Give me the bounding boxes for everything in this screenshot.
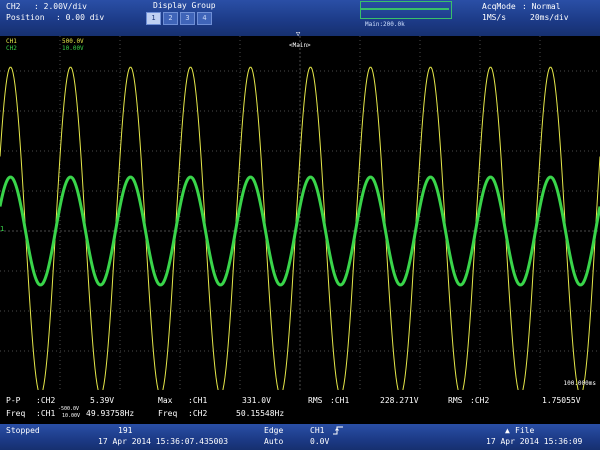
- trigger-mode[interactable]: Auto: [264, 437, 283, 446]
- oscilloscope-display: CH2 : 2.00V/div Position : 0.00 div Disp…: [0, 0, 600, 450]
- meas-label: Freq: [158, 409, 178, 418]
- acq-timestamp: 17 Apr 2014 15:36:07.435003: [98, 437, 229, 446]
- overlay-ch2-scale: 10.00V: [62, 413, 81, 419]
- meas-value: 1.75055V: [542, 396, 581, 405]
- meas-label: Max: [158, 396, 173, 405]
- bottom-status-bar: Stopped 191 17 Apr 2014 15:36:07.435003 …: [0, 424, 600, 450]
- trigger-level[interactable]: 0.0V: [310, 437, 329, 446]
- meas-value: 331.0V: [242, 396, 271, 405]
- horizontal-scale-readout: 100.000ms: [563, 380, 596, 387]
- trigger-type[interactable]: Edge: [264, 426, 283, 435]
- meas-label: P-P: [6, 396, 21, 405]
- display-group-title: Display Group: [153, 1, 216, 10]
- ch1-tag: CH1: [6, 38, 17, 45]
- timebase-value[interactable]: 20ms/div: [530, 13, 569, 22]
- trigger-source[interactable]: CH1: [310, 426, 324, 435]
- acq-mode-value[interactable]: : Normal: [522, 2, 561, 11]
- meas-label: RMS: [308, 396, 323, 405]
- run-state[interactable]: Stopped: [6, 426, 40, 435]
- waveform-plot: [0, 36, 600, 390]
- display-group-2-button[interactable]: 2: [163, 12, 178, 25]
- waveform-screen[interactable]: CH1 500.0V CH2 10.00V ▽ <Main> 1 100.000…: [0, 30, 600, 390]
- meas-value: 50.15548Hz: [236, 409, 285, 418]
- file-label[interactable]: File: [515, 426, 534, 435]
- channel-label[interactable]: CH2: [6, 2, 20, 11]
- ch1-scale-tag: 500.0V: [62, 38, 84, 45]
- sample-rate: 1MS/s: [482, 13, 507, 22]
- trigger-position-marker[interactable]: ▽: [296, 30, 300, 38]
- zoom-window-box[interactable]: [360, 1, 452, 19]
- meas-value: 228.271V: [380, 396, 419, 405]
- meas-source: :CH2: [188, 409, 208, 418]
- measurement-panel: P-P :CH2 5.39V Max :CH1 331.0V RMS :CH1 …: [0, 390, 600, 424]
- ch2-tag: CH2: [6, 45, 17, 52]
- rising-edge-icon: [333, 426, 343, 435]
- meas-source: :CH1: [188, 396, 208, 405]
- main-window-label: <Main>: [289, 42, 311, 49]
- ch-ground-marker[interactable]: 1: [0, 225, 4, 233]
- meas-value: 5.39V: [90, 396, 115, 405]
- acq-count: 191: [118, 426, 133, 435]
- ch2-scale-tag: 10.00V: [62, 45, 84, 52]
- zoom-window-bar: [361, 8, 449, 10]
- meas-source: :CH1: [330, 396, 350, 405]
- overlay-ch1-scale: -500.0V: [58, 406, 80, 412]
- display-group-4-button[interactable]: 4: [197, 12, 212, 25]
- meas-source: :CH1: [36, 409, 56, 418]
- meas-value: 49.93758Hz: [86, 409, 135, 418]
- position-label: Position: [6, 13, 45, 22]
- channel-scale[interactable]: : 2.00V/div: [34, 2, 87, 11]
- meas-label: Freq: [6, 409, 26, 418]
- file-timestamp: 17 Apr 2014 15:36:09: [486, 437, 583, 446]
- zoom-main-info: Main:200.0k: [365, 21, 405, 28]
- display-group-3-button[interactable]: 3: [180, 12, 195, 25]
- display-group-1-button[interactable]: 1: [146, 12, 161, 25]
- position-value[interactable]: : 0.00 div: [56, 13, 104, 22]
- meas-label: RMS: [448, 396, 463, 405]
- display-group-buttons: 1 2 3 4: [146, 12, 212, 25]
- file-icon: ▲: [505, 426, 510, 435]
- acq-mode-label: AcqMode: [482, 2, 516, 11]
- meas-source: :CH2: [36, 396, 56, 405]
- meas-source: :CH2: [470, 396, 490, 405]
